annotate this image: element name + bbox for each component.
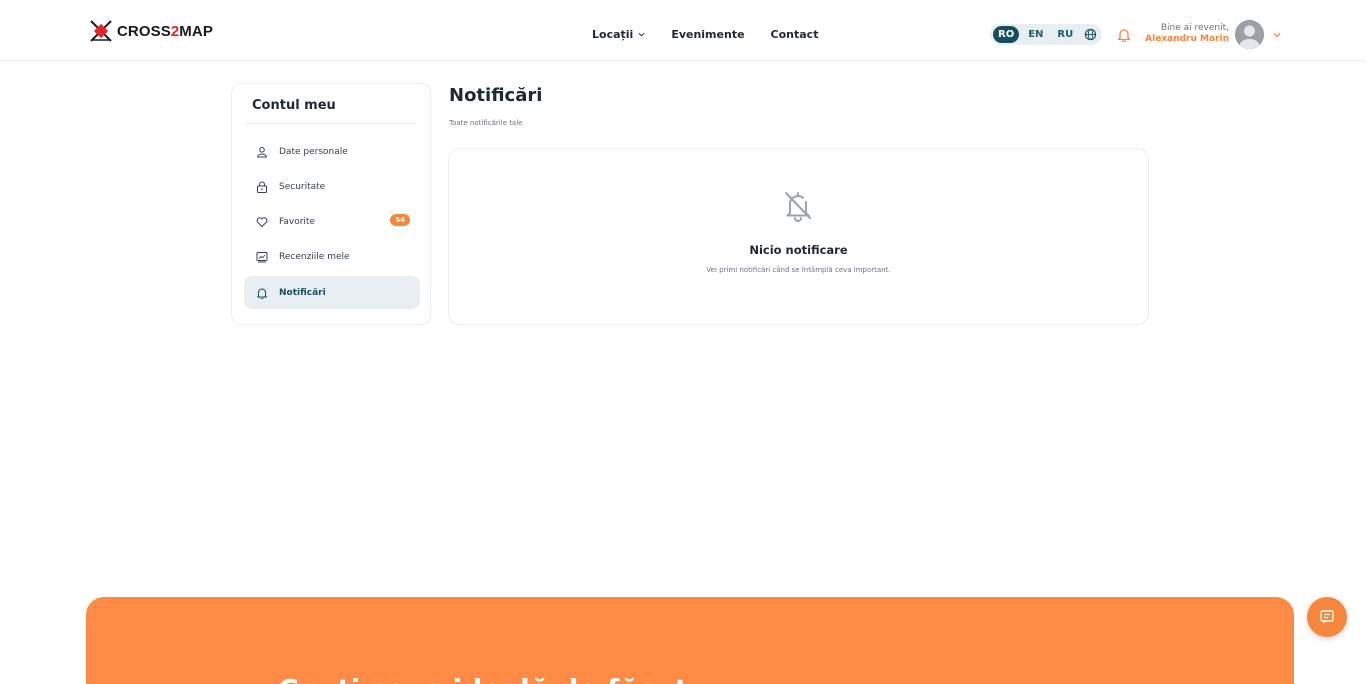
language-switcher: RO EN RU (990, 24, 1102, 45)
page-title: Notificări (449, 85, 543, 106)
empty-state-text: Vei primi notificări când se întâmplă ce… (706, 266, 891, 274)
sidebar-item-label: Favorite (279, 216, 315, 227)
globe-icon[interactable] (1084, 28, 1097, 41)
sidebar-title: Contul meu (252, 98, 336, 113)
sidebar-item-label: Notificări (279, 287, 326, 298)
nav-contact-label: Contact (770, 28, 819, 41)
sidebar-item-label: Date personale (279, 146, 348, 157)
logo-mark-icon (90, 20, 112, 42)
top-header: CROSS2MAP Locații Evenimente Contact RO … (0, 0, 1366, 61)
sidebar-item-recenziile-mele[interactable]: Recenziile mele (244, 240, 420, 273)
notification-bell-icon[interactable] (1117, 27, 1131, 42)
chevron-down-icon (638, 32, 645, 37)
nav-locatii[interactable]: Locații (592, 28, 645, 41)
sidebar-item-notificari[interactable]: Notificări (244, 276, 420, 309)
avatar[interactable] (1235, 20, 1264, 49)
lang-en[interactable]: EN (1023, 26, 1048, 43)
nav-locatii-label: Locații (592, 28, 634, 41)
banner-heading: Cauți ceva ideală de făcut (278, 673, 688, 684)
lang-ru[interactable]: RU (1052, 26, 1078, 43)
review-icon (256, 251, 268, 262)
empty-notifications-card: Nicio notificare Vei primi notificări câ… (448, 148, 1149, 325)
logo-text: CROSS2MAP (117, 22, 213, 40)
nav-evenimente-label: Evenimente (671, 28, 745, 41)
heart-icon (256, 216, 268, 227)
favorites-count-badge: 54 (390, 214, 410, 226)
welcome-greeting: Bine ai revenit, (1160, 23, 1229, 33)
footer-cta-banner: Cauți ceva ideală de făcut (86, 597, 1294, 684)
sidebar-item-favorite[interactable]: Favorite 54 (244, 205, 420, 238)
empty-state-title: Nicio notificare (749, 243, 848, 257)
nav-contact[interactable]: Contact (771, 28, 819, 41)
sidebar-item-securitate[interactable]: Securitate (244, 170, 420, 203)
divider (246, 123, 416, 124)
account-sidebar: Contul meu Date personale Securitate Fav… (231, 83, 431, 325)
main-nav: Locații Evenimente Contact (592, 28, 818, 41)
sidebar-item-label: Recenziile mele (279, 251, 350, 262)
avatar-placeholder-icon (1235, 20, 1264, 49)
lang-ro[interactable]: RO (993, 26, 1020, 43)
logo[interactable]: CROSS2MAP (88, 18, 213, 44)
welcome-text: Bine ai revenit, Alexandru Marin (1145, 23, 1229, 45)
bell-off-icon (785, 192, 811, 222)
sidebar-item-date-personale[interactable]: Date personale (244, 135, 420, 168)
chat-button[interactable] (1307, 597, 1347, 637)
chat-icon (1320, 610, 1334, 623)
sidebar-item-label: Securitate (279, 181, 326, 192)
nav-evenimente[interactable]: Evenimente (671, 28, 744, 41)
user-name[interactable]: Alexandru Marin (1145, 34, 1229, 45)
user-menu-chevron-icon[interactable] (1273, 31, 1281, 39)
user-icon (256, 146, 268, 157)
page-subtitle: Toate notificările tale (449, 119, 523, 127)
lock-icon (257, 181, 267, 193)
bell-icon (257, 288, 267, 299)
